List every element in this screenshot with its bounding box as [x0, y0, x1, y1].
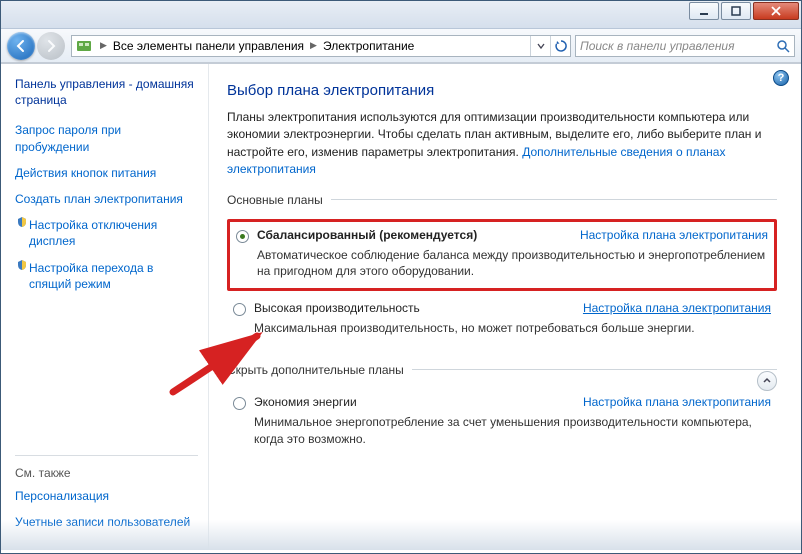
window: ▶ Все элементы панели управления ▶ Элект… [0, 0, 802, 554]
main-plans-group: Основные планы Сбалансированный (рекомен… [227, 193, 777, 349]
back-button[interactable] [7, 32, 35, 60]
navbar: ▶ Все элементы панели управления ▶ Элект… [1, 29, 801, 63]
collapse-button[interactable] [757, 371, 777, 391]
refresh-button[interactable] [550, 36, 570, 56]
extra-plans-group: Скрыть дополнительные планы Экономия эне… [227, 363, 777, 460]
see-also-header: См. также [15, 466, 198, 480]
forward-button[interactable] [37, 32, 65, 60]
plan-high-performance: Высокая производительность Настройка пла… [227, 295, 777, 345]
control-panel-icon [76, 38, 92, 54]
breadcrumb-root[interactable]: Все элементы панели управления [111, 39, 306, 53]
radio-balanced[interactable] [236, 230, 249, 243]
chevron-right-icon: ▶ [306, 40, 321, 51]
plan-eco: Экономия энергии Настройка плана электро… [227, 389, 777, 456]
plan-balanced-desc: Автоматическое соблюдение баланса между … [257, 247, 768, 281]
shield-icon [15, 217, 29, 249]
search-placeholder: Поиск в панели управления [580, 39, 735, 53]
plan-high-settings-link[interactable]: Настройка плана электропитания [583, 301, 771, 315]
sidebar-separator [15, 455, 198, 456]
search-input[interactable]: Поиск в панели управления [575, 35, 795, 57]
shield-icon [15, 260, 29, 292]
plan-balanced-title: Сбалансированный (рекомендуется) [257, 228, 477, 242]
plan-high-title: Высокая производительность [254, 301, 420, 315]
address-dropdown-button[interactable] [530, 36, 550, 56]
page-title: Выбор плана электропитания [227, 82, 777, 99]
sidebar: Панель управления - домашняя страница За… [1, 64, 209, 550]
see-also-user-accounts[interactable]: Учетные записи пользователей [15, 514, 198, 530]
minimize-button[interactable] [689, 2, 719, 20]
chevron-right-icon: ▶ [96, 40, 111, 51]
intro-text: Планы электропитания используются для оп… [227, 109, 777, 179]
search-icon [776, 39, 790, 53]
maximize-button[interactable] [721, 2, 751, 20]
radio-eco[interactable] [233, 397, 246, 410]
client-area: ? Панель управления - домашняя страница … [1, 63, 801, 550]
radio-high[interactable] [233, 303, 246, 316]
sidebar-link-password[interactable]: Запрос пароля при пробуждении [15, 122, 198, 154]
plan-eco-title: Экономия энергии [254, 395, 357, 409]
sidebar-home-link[interactable]: Панель управления - домашняя страница [15, 76, 198, 108]
sidebar-link-sleep[interactable]: Настройка перехода в спящий режим [15, 260, 198, 292]
plan-eco-settings-link[interactable]: Настройка плана электропитания [583, 395, 771, 409]
sidebar-link-display-off[interactable]: Настройка отключения дисплея [15, 217, 198, 249]
sidebar-link-create-plan[interactable]: Создать план электропитания [15, 191, 198, 207]
plan-high-desc: Максимальная производительность, но може… [254, 320, 771, 337]
breadcrumb-current[interactable]: Электропитание [321, 39, 416, 53]
plan-eco-desc: Минимальное энергопотребление за счет ум… [254, 414, 771, 448]
plan-balanced: Сбалансированный (рекомендуется) Настрой… [227, 219, 777, 292]
titlebar [1, 1, 801, 29]
extra-plans-legend: Скрыть дополнительные планы [227, 363, 412, 377]
help-icon[interactable]: ? [773, 70, 789, 86]
close-button[interactable] [753, 2, 799, 20]
plan-balanced-settings-link[interactable]: Настройка плана электропитания [580, 228, 768, 242]
sidebar-link-buttons[interactable]: Действия кнопок питания [15, 165, 198, 181]
see-also-personalization[interactable]: Персонализация [15, 488, 198, 504]
main-plans-legend: Основные планы [227, 193, 331, 207]
address-bar[interactable]: ▶ Все элементы панели управления ▶ Элект… [71, 35, 571, 57]
main-content: Выбор плана электропитания Планы электро… [209, 64, 801, 550]
